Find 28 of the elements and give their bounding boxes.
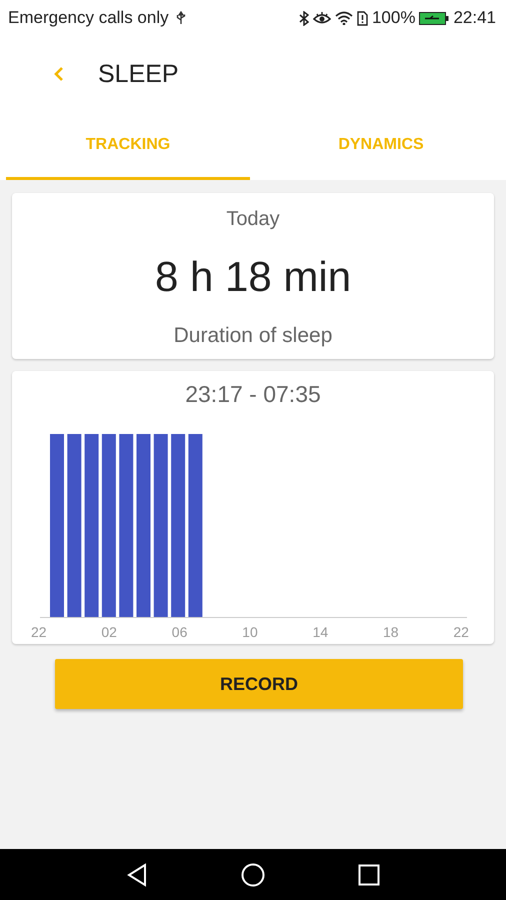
tab[interactable]: DYNAMICS — [259, 112, 503, 180]
axis-label: 22 — [453, 624, 469, 640]
battery-percent: 100% — [372, 8, 416, 28]
axis-label: 02 — [101, 624, 117, 640]
back-nav-icon[interactable] — [126, 862, 148, 886]
home-icon[interactable] — [240, 862, 265, 886]
back-icon — [54, 66, 64, 82]
screen-title: SLEEP — [98, 60, 179, 88]
time-range: 23:17 - 07:35 — [185, 381, 321, 408]
battery-icon — [419, 12, 450, 24]
clock-time: 22:41 — [453, 8, 496, 28]
record-button[interactable]: RECORD — [55, 659, 463, 709]
axis-label: 14 — [312, 624, 328, 640]
duration-caption: Duration of sleep — [174, 324, 332, 348]
carrier-text: Emergency calls only — [8, 8, 169, 28]
bluetooth-icon — [298, 10, 309, 26]
day-label: Today — [226, 208, 280, 232]
usb-icon — [176, 11, 186, 25]
recents-icon[interactable] — [358, 864, 380, 886]
eye-icon — [312, 11, 331, 25]
axis-label: 06 — [172, 624, 188, 640]
sleep-duration: 8 h 18 min — [154, 253, 352, 302]
axis-label: 10 — [242, 624, 258, 640]
axis-label: 22 — [31, 624, 47, 640]
tab[interactable]: TRACKING — [6, 112, 250, 180]
sim-alert-icon — [356, 10, 368, 26]
wifi-icon — [334, 11, 353, 25]
axis-label: 18 — [382, 624, 399, 640]
